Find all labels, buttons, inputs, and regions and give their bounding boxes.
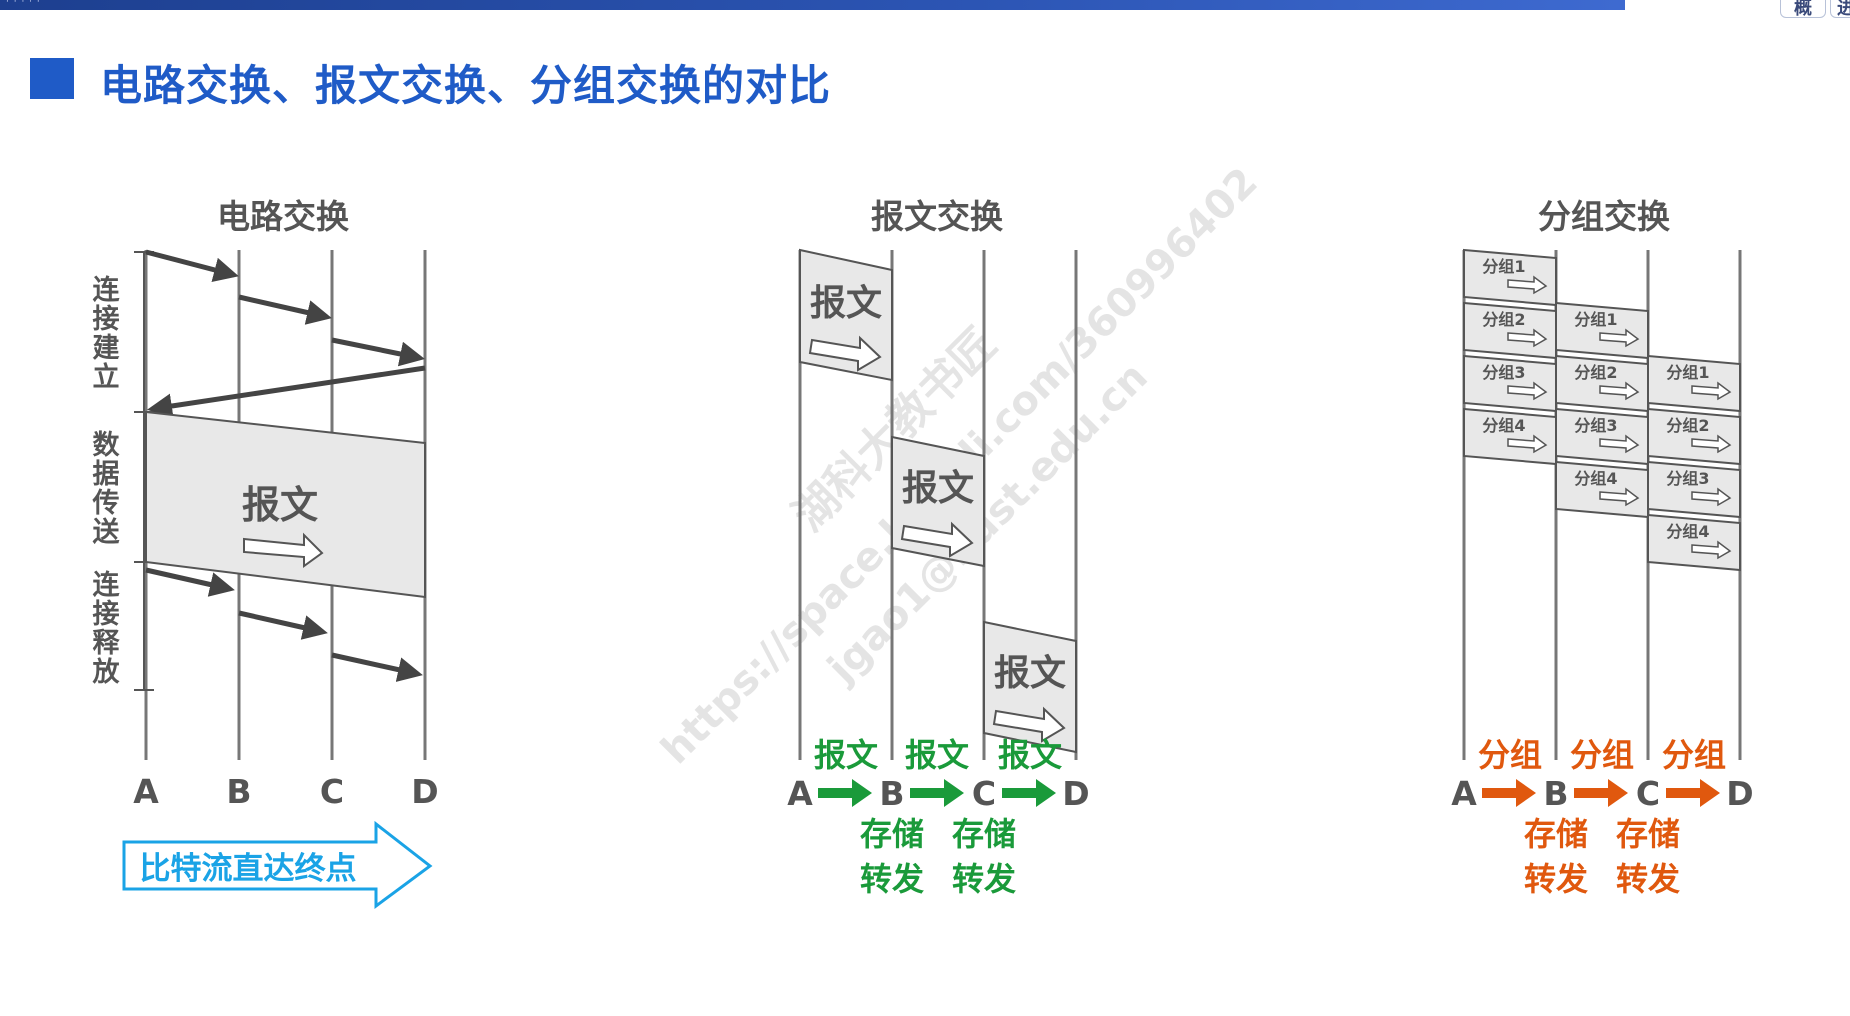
pkt-forward-label-c: 转发 bbox=[1616, 860, 1680, 898]
msg-hop-label-1: 报文 bbox=[814, 736, 878, 774]
packet-box: 分组2 bbox=[1647, 407, 1741, 466]
packet-box: 分组1 bbox=[1647, 354, 1741, 413]
pkt-hop-label-2: 分组 bbox=[1570, 736, 1634, 774]
msg-store-label-c: 存储 bbox=[952, 815, 1016, 853]
svg-text:报文: 报文 bbox=[810, 283, 882, 324]
packet-box: 分组2 bbox=[1555, 354, 1649, 413]
setup-arrow-ab bbox=[145, 249, 239, 283]
circuit-node-c: C bbox=[320, 772, 344, 811]
msg-node-c: C bbox=[972, 774, 996, 813]
circuit-switching-panel: 电路交换 连接建立 数据传送 连接释放 报文 A B C D 比特流直达终点 bbox=[88, 197, 439, 909]
packet-box: 分组3 bbox=[1647, 460, 1741, 519]
setup-arrow-cd bbox=[331, 337, 425, 367]
packet-box-label: 分组3 bbox=[1574, 416, 1617, 435]
packet-switching-panel: 分组交换 分组1分组2分组3分组4分组1分组2分组3分组4分组1分组2分组3分组… bbox=[1451, 197, 1753, 898]
packet-box-label: 分组3 bbox=[1666, 469, 1709, 488]
packet-box: 分组3 bbox=[1463, 354, 1557, 413]
msg-forward-label-b: 转发 bbox=[860, 860, 924, 898]
message-block-2: 报文 bbox=[891, 435, 985, 568]
packet-box-label: 分组3 bbox=[1482, 363, 1525, 382]
svg-text:报文: 报文 bbox=[902, 468, 974, 509]
packet-box-label: 分组4 bbox=[1666, 522, 1709, 541]
message-switching-panel: 报文交换 报文 报文 报文 报文 报文 报文 A B C D 存储 存储 转发 … bbox=[787, 197, 1089, 898]
message-block-1: 报文 bbox=[799, 248, 893, 382]
circuit-node-a: A bbox=[133, 772, 159, 811]
msg-node-a: A bbox=[787, 774, 813, 813]
msg-store-label-b: 存储 bbox=[860, 815, 924, 853]
packet-box-label: 分组2 bbox=[1666, 416, 1709, 435]
msg-node-b: B bbox=[879, 774, 904, 813]
circuit-title: 电路交换 bbox=[217, 197, 349, 236]
pkt-node-c: C bbox=[1636, 774, 1660, 813]
packet-box: 分组4 bbox=[1555, 460, 1649, 519]
pkt-node-a: A bbox=[1451, 774, 1477, 813]
message-title: 报文交换 bbox=[871, 197, 1003, 236]
pkt-forward-label-b: 转发 bbox=[1524, 860, 1588, 898]
switching-comparison-diagram: 湖科大教书匠 https://space.bilibili.com/360996… bbox=[88, 159, 1754, 909]
packet-box: 分组4 bbox=[1463, 407, 1557, 466]
packet-title: 分组交换 bbox=[1538, 197, 1670, 236]
pkt-store-label-b: 存储 bbox=[1524, 815, 1588, 853]
packet-box-label: 分组4 bbox=[1574, 469, 1617, 488]
pkt-node-d: D bbox=[1726, 774, 1753, 813]
circuit-node-b: B bbox=[226, 772, 251, 811]
msg-green-arrows bbox=[818, 779, 1056, 807]
release-arrow-ab bbox=[145, 567, 235, 597]
setup-arrow-bc bbox=[238, 294, 332, 325]
packet-box-label: 分组1 bbox=[1482, 257, 1525, 276]
msg-forward-label-c: 转发 bbox=[952, 860, 1016, 898]
pkt-hop-label-3: 分组 bbox=[1662, 736, 1726, 774]
packet-box: 分组1 bbox=[1555, 301, 1649, 360]
phase-setup-label: 连接建立 bbox=[88, 274, 120, 391]
setup-ack-arrow bbox=[147, 365, 426, 419]
packet-box-label: 分组4 bbox=[1482, 416, 1525, 435]
svg-text:报文: 报文 bbox=[994, 653, 1066, 694]
msg-node-d: D bbox=[1062, 774, 1089, 813]
pkt-node-b: B bbox=[1543, 774, 1568, 813]
circuit-message-label: 报文 bbox=[242, 483, 318, 527]
packet-box-label: 分组2 bbox=[1482, 310, 1525, 329]
packet-box: 分组1 bbox=[1463, 248, 1557, 307]
packet-box: 分组2 bbox=[1463, 301, 1557, 360]
packet-box: 分组3 bbox=[1555, 407, 1649, 466]
release-arrow-bc bbox=[238, 610, 328, 640]
message-block-3: 报文 bbox=[983, 620, 1077, 754]
pkt-orange-arrows bbox=[1482, 779, 1720, 807]
bitstream-caption: 比特流直达终点 bbox=[140, 851, 357, 887]
phase-release-label: 连接释放 bbox=[88, 569, 121, 686]
packet-box: 分组4 bbox=[1647, 513, 1741, 572]
packet-box-label: 分组2 bbox=[1574, 363, 1617, 382]
msg-hop-label-2: 报文 bbox=[905, 736, 969, 774]
msg-hop-label-3: 报文 bbox=[998, 736, 1062, 774]
pkt-store-label-c: 存储 bbox=[1616, 815, 1680, 853]
packet-box-label: 分组1 bbox=[1666, 363, 1709, 382]
packet-box-label: 分组1 bbox=[1574, 310, 1617, 329]
packet-grid: 分组1 分组2 分组3 分组4 分组1 分组2 分组3 分组4 分组1 分组2 分组3 分组4 bbox=[1463, 248, 1741, 572]
phase-transfer-label: 数据传送 bbox=[88, 430, 121, 546]
pkt-hop-label-1: 分组 bbox=[1478, 736, 1542, 774]
circuit-node-d: D bbox=[411, 772, 438, 811]
release-arrow-cd bbox=[331, 652, 423, 682]
